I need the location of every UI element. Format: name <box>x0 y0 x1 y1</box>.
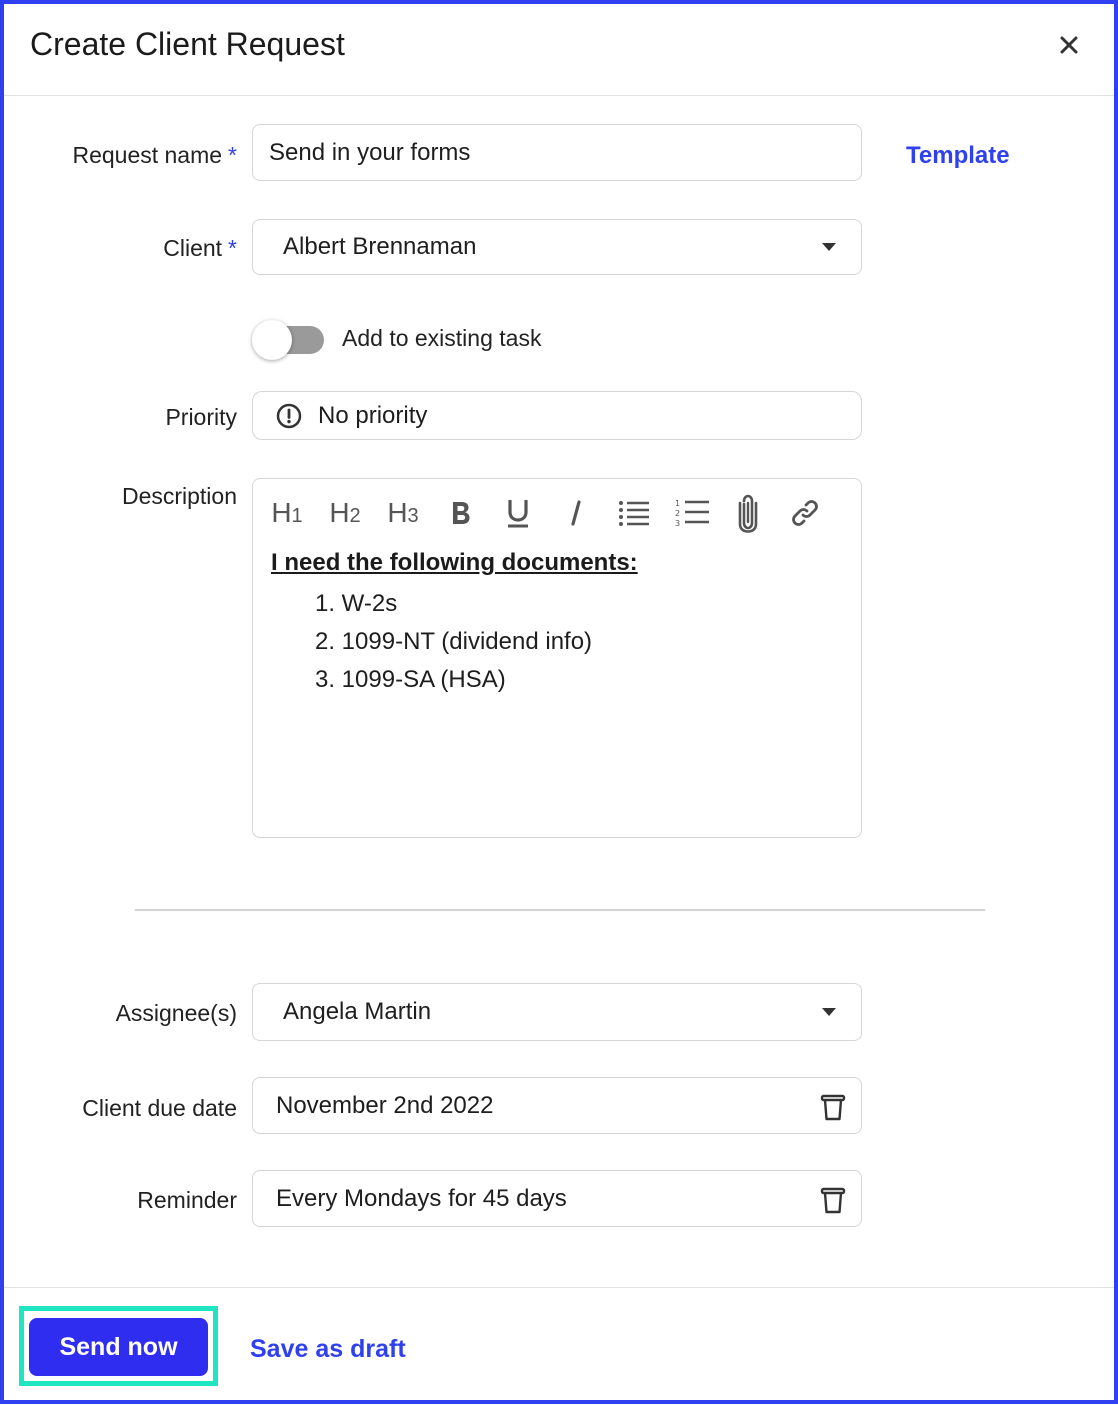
paperclip-icon <box>738 494 758 533</box>
heading-2-button[interactable]: H2 <box>325 493 365 533</box>
chevron-down-icon <box>822 243 836 251</box>
insert-link-button[interactable] <box>787 493 823 533</box>
dialog-title: Create Client Request <box>30 26 345 62</box>
client-label: Client * <box>163 235 237 261</box>
priority-label: Priority <box>165 404 237 430</box>
client-value: Albert Brennaman <box>283 233 477 260</box>
numbered-list-icon: 1 2 3 <box>675 499 709 528</box>
description-list: 1. W-2s 2. 1099-NT (dividend info) 3. 10… <box>315 585 592 699</box>
editor-toolbar: H1 H2 H3 1 2 3 <box>267 493 847 533</box>
assignees-label: Assignee(s) <box>115 1000 237 1026</box>
required-marker: * <box>228 235 237 261</box>
alert-circle-icon <box>276 403 302 429</box>
list-item: 1. W-2s <box>315 590 398 617</box>
request-name-value: Send in your forms <box>269 138 471 166</box>
description-label: Description <box>121 483 237 509</box>
assignees-value: Angela Martin <box>283 998 432 1025</box>
close-icon <box>1060 36 1078 54</box>
bullet-list-button[interactable] <box>617 493 651 533</box>
toggle-knob <box>252 320 292 360</box>
svg-text:1: 1 <box>675 499 680 508</box>
add-to-existing-task-toggle[interactable] <box>252 320 326 360</box>
request-name-input[interactable]: Send in your forms <box>252 124 862 181</box>
required-marker: * <box>228 142 237 168</box>
list-item: 3. 1099-SA (HSA) <box>315 666 506 693</box>
list-item: 2. 1099-NT (dividend info) <box>315 628 593 655</box>
reminder-label: Reminder <box>137 1187 237 1213</box>
template-link[interactable]: Template <box>906 142 1010 170</box>
description-heading: I need the following documents: <box>271 549 638 576</box>
due-date-input[interactable]: November 2nd 2022 <box>252 1077 862 1134</box>
chevron-down-icon <box>822 1008 836 1016</box>
reminder-value: Every Mondays for 45 days <box>276 1184 567 1212</box>
send-now-button[interactable]: Send now <box>29 1318 208 1376</box>
description-editor[interactable]: H1 H2 H3 1 2 3 I need the following docu… <box>252 478 862 838</box>
section-divider <box>135 909 985 911</box>
dialog-header: Create Client Request <box>4 4 1114 96</box>
attach-button[interactable] <box>733 493 763 533</box>
priority-value: No priority <box>318 401 428 429</box>
numbered-list-button[interactable]: 1 2 3 <box>673 493 711 533</box>
save-as-draft-button[interactable]: Save as draft <box>250 1335 406 1364</box>
heading-1-button[interactable]: H1 <box>267 493 307 533</box>
create-client-request-dialog: Create Client Request Request name * Send… <box>0 0 1118 1404</box>
reminder-input[interactable]: Every Mondays for 45 days <box>252 1170 862 1227</box>
bold-icon <box>453 502 470 524</box>
due-date-value: November 2nd 2022 <box>276 1091 494 1119</box>
client-select[interactable]: Albert Brennaman <box>252 219 862 275</box>
heading-3-button[interactable]: H3 <box>383 493 423 533</box>
svg-text:2: 2 <box>675 509 680 518</box>
bold-button[interactable] <box>445 493 477 533</box>
bullet-list-icon <box>619 501 649 526</box>
add-to-existing-task-label: Add to existing task <box>342 325 542 351</box>
underline-button[interactable] <box>501 493 535 533</box>
italic-icon <box>571 500 581 526</box>
priority-select[interactable]: No priority <box>252 391 862 440</box>
close-button[interactable] <box>1054 30 1084 60</box>
underline-icon <box>508 500 528 528</box>
assignees-select[interactable]: Angela Martin <box>252 983 862 1041</box>
italic-button[interactable] <box>561 493 591 533</box>
link-icon <box>792 500 818 526</box>
svg-text:3: 3 <box>675 519 680 528</box>
trash-icon[interactable] <box>819 1092 847 1122</box>
request-name-label: Request name * <box>72 142 237 168</box>
due-date-label: Client due date <box>82 1095 237 1121</box>
trash-icon[interactable] <box>819 1185 847 1215</box>
